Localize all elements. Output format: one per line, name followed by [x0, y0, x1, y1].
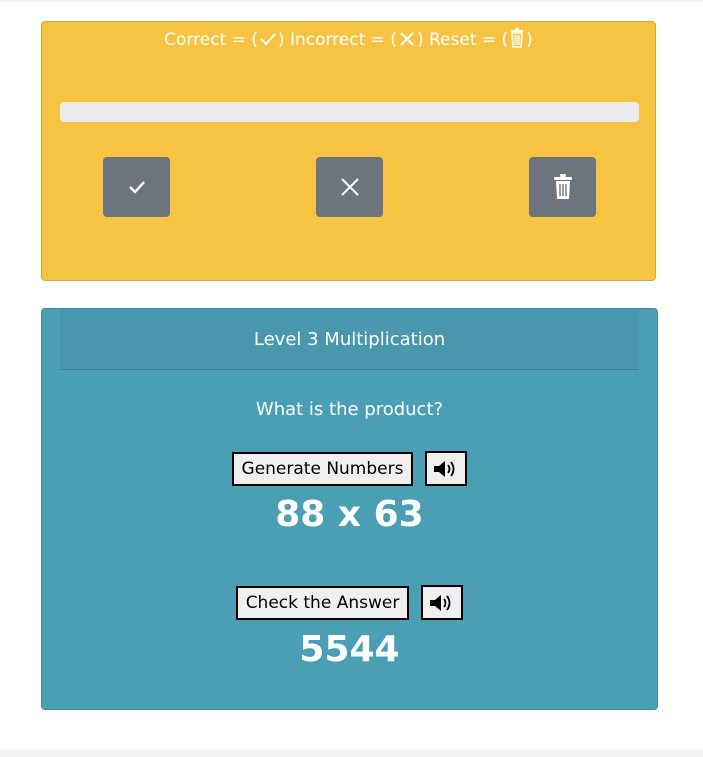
quiz-title: Level 3 Multiplication	[60, 309, 639, 370]
generate-numbers-button[interactable]: Generate Numbers	[231, 451, 414, 486]
score-legend: Correct = ( ) Incorrect = ( ) Reset = ()	[42, 28, 655, 52]
speaker-icon	[434, 460, 455, 477]
score-progress-bar	[60, 102, 639, 122]
check-icon	[260, 33, 276, 46]
generate-row: Generate Numbers	[42, 451, 657, 486]
quiz-prompt: What is the product?	[255, 399, 444, 420]
legend-reset-text: ) Reset = (	[416, 30, 509, 50]
x-icon	[340, 178, 359, 196]
score-panel: Correct = ( ) Incorrect = ( ) Reset = ()	[41, 21, 656, 281]
speak-answer-button[interactable]	[421, 585, 464, 620]
answer-text: 5544	[299, 629, 400, 670]
x-icon	[400, 32, 414, 46]
problem-text: 88 x 63	[275, 494, 424, 535]
legend-end-text: )	[526, 30, 533, 50]
trash-icon	[511, 28, 524, 48]
reset-button[interactable]	[529, 157, 596, 217]
quiz-panel: Level 3 Multiplication What is the produ…	[41, 308, 658, 710]
check-answer-button[interactable]: Check the Answer	[235, 585, 410, 620]
bottom-strip	[0, 749, 703, 757]
trash-icon	[553, 174, 572, 199]
speak-problem-button[interactable]	[425, 451, 468, 486]
legend-correct-text: Correct = (	[164, 30, 258, 50]
legend-incorrect-text: ) Incorrect = (	[277, 30, 397, 50]
incorrect-button[interactable]	[316, 157, 383, 217]
speaker-icon	[430, 594, 451, 611]
correct-button[interactable]	[103, 157, 170, 217]
check-row: Check the Answer	[42, 585, 657, 620]
top-strip	[0, 0, 703, 2]
check-icon	[128, 181, 145, 194]
